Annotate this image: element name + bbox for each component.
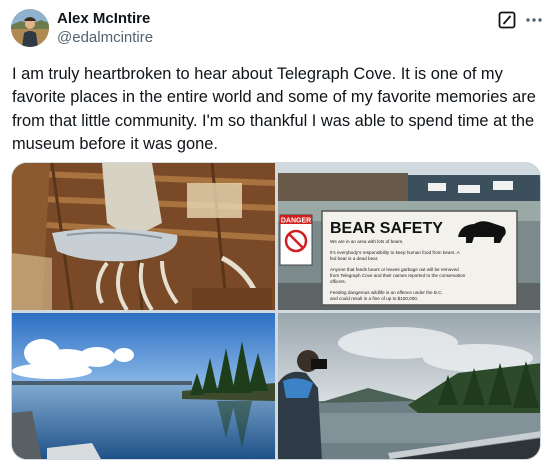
media-grid: DANGER BEAR SAFETY We are in an area wit… (11, 162, 541, 460)
grok-icon (498, 11, 516, 29)
person-on-boat-image (278, 313, 540, 459)
more-options-icon (526, 18, 542, 22)
more-options-button[interactable] (524, 10, 544, 30)
sign-line: fed bear is a dead bear. (330, 256, 378, 261)
photo-whale-skeleton[interactable] (12, 163, 275, 310)
photo-person-on-boat[interactable] (278, 313, 540, 459)
sign-line: Feeding dangerous wildlife is an offence… (330, 290, 443, 295)
sign-line: from Telegraph Cove and their names repo… (330, 273, 466, 278)
tweet-text: I am truly heartbroken to hear about Tel… (12, 63, 544, 157)
sign-line: It's everybody's responsibility to keep … (330, 250, 461, 255)
author-handle[interactable]: @edalmcintire (57, 29, 153, 47)
grok-button[interactable] (497, 10, 517, 30)
author-name[interactable]: Alex McIntire (57, 10, 150, 28)
photo-bear-safety-sign[interactable]: DANGER BEAR SAFETY We are in an area wit… (278, 163, 540, 310)
tweet-text-line: favorite places in the entire world and … (12, 88, 536, 107)
sign-title: BEAR SAFETY (330, 220, 443, 237)
profile-photo-icon (11, 9, 49, 47)
bear-safety-sign-image: DANGER BEAR SAFETY We are in an area wit… (278, 163, 540, 310)
sign-line: We are in an area with lots of bears. (330, 239, 403, 244)
photo-calm-water-island[interactable] (12, 313, 275, 459)
sign-line: officers. (330, 279, 346, 284)
danger-label: DANGER (281, 218, 311, 225)
sign-line: and could result in a fine of up to $100… (330, 296, 418, 301)
avatar[interactable] (11, 9, 49, 47)
calm-water-island-image (12, 313, 275, 459)
tweet-text-line: museum before it was gone. (12, 135, 218, 154)
tweet-text-line: I am truly heartbroken to hear about Tel… (12, 65, 503, 83)
whale-skeleton-image (12, 163, 275, 310)
sign-line: Anyone that feeds bears or leaves garbag… (330, 267, 459, 272)
tweet-text-line: from that little community. I'm so thank… (12, 111, 535, 130)
